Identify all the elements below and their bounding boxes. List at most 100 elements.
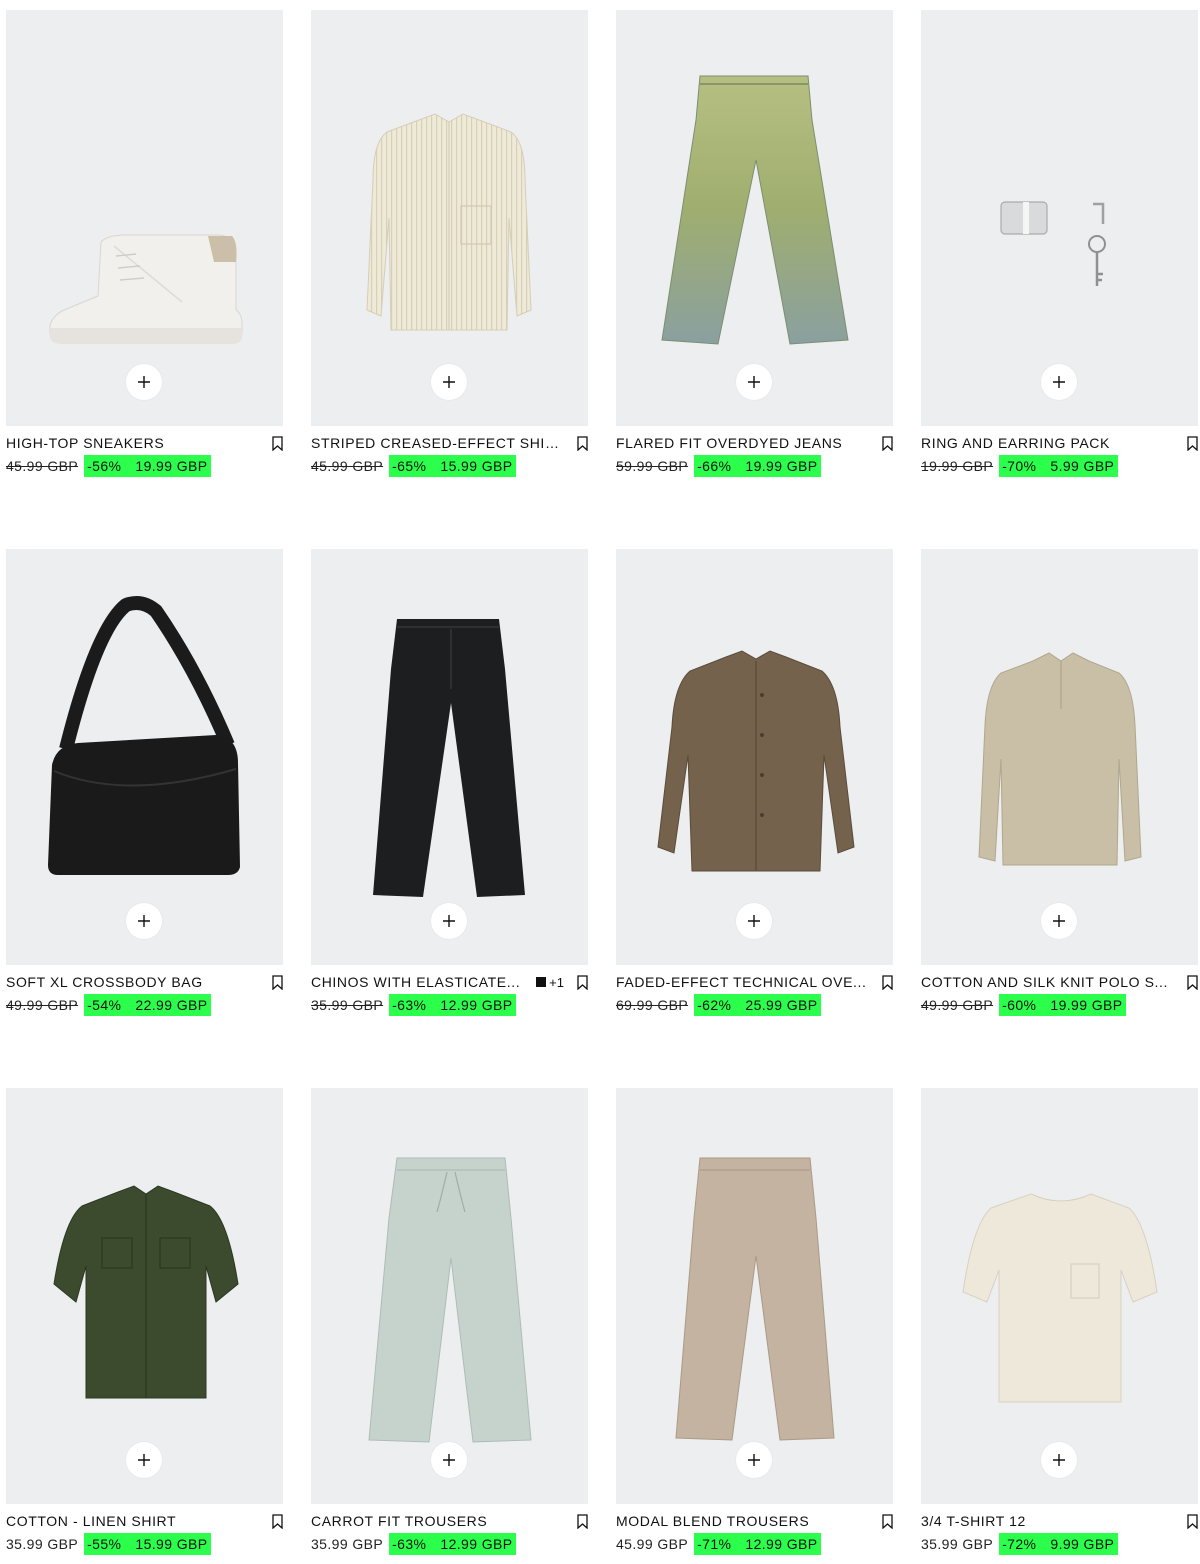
- product-image[interactable]: [616, 549, 893, 965]
- product-image[interactable]: [311, 1088, 588, 1504]
- sale-badge: -71% 12.99 GBP: [694, 1533, 822, 1555]
- bookmark-button[interactable]: [265, 973, 283, 991]
- product-card[interactable]: CHINOS WITH ELASTICATE... +1 35.99 GBP -…: [311, 549, 588, 1021]
- discount-percent: -56%: [87, 458, 122, 474]
- bookmark-button[interactable]: [570, 973, 588, 991]
- bookmark-button[interactable]: [875, 1512, 893, 1530]
- product-card[interactable]: COTTON AND SILK KNIT POLO S... 49.99 GBP…: [921, 549, 1198, 1021]
- product-title[interactable]: COTTON - LINEN SHIRT: [6, 1513, 259, 1529]
- bookmark-button[interactable]: [1180, 1512, 1198, 1530]
- add-to-cart-button[interactable]: [736, 364, 772, 400]
- product-image[interactable]: [311, 10, 588, 426]
- bookmark-icon: [577, 435, 588, 451]
- product-title[interactable]: FLARED FIT OVERDYED JEANS: [616, 435, 869, 451]
- sale-price: 22.99 GBP: [135, 997, 208, 1013]
- product-card[interactable]: FLARED FIT OVERDYED JEANS 59.99 GBP -66%…: [616, 10, 893, 482]
- sale-badge: -55% 15.99 GBP: [84, 1533, 212, 1555]
- bookmark-button[interactable]: [1180, 973, 1198, 991]
- plus-icon: [138, 1454, 150, 1466]
- color-options[interactable]: +1: [536, 975, 564, 990]
- add-to-cart-button[interactable]: [431, 364, 467, 400]
- product-image[interactable]: [921, 1088, 1198, 1504]
- product-card[interactable]: RING AND EARRING PACK 19.99 GBP -70% 5.9…: [921, 10, 1198, 482]
- product-image[interactable]: [616, 1088, 893, 1504]
- bookmark-button[interactable]: [570, 1512, 588, 1530]
- product-image[interactable]: [311, 549, 588, 965]
- product-image[interactable]: [921, 10, 1198, 426]
- product-title[interactable]: STRIPED CREASED-EFFECT SHIRT: [311, 435, 564, 451]
- product-title[interactable]: CHINOS WITH ELASTICATE...: [311, 974, 530, 990]
- sale-badge: -63% 12.99 GBP: [389, 1533, 517, 1555]
- product-image[interactable]: [6, 549, 283, 965]
- product-card[interactable]: MODAL BLEND TROUSERS 45.99 GBP -71% 12.9…: [616, 1088, 893, 1560]
- bookmark-button[interactable]: [1180, 434, 1198, 452]
- bookmark-button[interactable]: [570, 434, 588, 452]
- add-to-cart-button[interactable]: [126, 364, 162, 400]
- discount-percent: -60%: [1002, 997, 1037, 1013]
- price-row: 45.99 GBP -65% 15.99 GBP: [311, 455, 517, 477]
- bookmark-icon: [1187, 435, 1198, 451]
- product-info: COTTON - LINEN SHIRT 35.99 GBP -55% 15.9…: [6, 1504, 283, 1560]
- add-to-cart-button[interactable]: [736, 1442, 772, 1478]
- product-card[interactable]: STRIPED CREASED-EFFECT SHIRT 45.99 GBP -…: [311, 10, 588, 482]
- plus-icon: [1053, 1454, 1065, 1466]
- add-to-cart-button[interactable]: [126, 903, 162, 939]
- color-swatch-black[interactable]: [536, 977, 547, 987]
- product-info: CARROT FIT TROUSERS 35.99 GBP -63% 12.99…: [311, 1504, 588, 1560]
- product-image[interactable]: [6, 10, 283, 426]
- discount-percent: -63%: [392, 997, 427, 1013]
- add-to-cart-button[interactable]: [1041, 364, 1077, 400]
- product-title[interactable]: CARROT FIT TROUSERS: [311, 1513, 564, 1529]
- product-title[interactable]: FADED-EFFECT TECHNICAL OVE...: [616, 974, 869, 990]
- price-row: 59.99 GBP -66% 19.99 GBP: [616, 455, 822, 477]
- sale-price: 12.99 GBP: [440, 1536, 513, 1552]
- product-title[interactable]: SOFT XL CROSSBODY BAG: [6, 974, 259, 990]
- product-card[interactable]: 3/4 T-SHIRT 12 35.99 GBP -72% 9.99 GBP: [921, 1088, 1198, 1560]
- bookmark-button[interactable]: [265, 434, 283, 452]
- product-image[interactable]: [616, 10, 893, 426]
- sale-badge: -60% 19.99 GBP: [999, 994, 1127, 1016]
- product-title[interactable]: RING AND EARRING PACK: [921, 435, 1174, 451]
- original-price: 45.99 GBP: [6, 458, 79, 474]
- discount-percent: -66%: [697, 458, 732, 474]
- add-to-cart-button[interactable]: [431, 1442, 467, 1478]
- add-to-cart-button[interactable]: [431, 903, 467, 939]
- discount-percent: -63%: [392, 1536, 427, 1552]
- product-card[interactable]: CARROT FIT TROUSERS 35.99 GBP -63% 12.99…: [311, 1088, 588, 1560]
- product-card[interactable]: SOFT XL CROSSBODY BAG 49.99 GBP -54% 22.…: [6, 549, 283, 1021]
- product-title[interactable]: MODAL BLEND TROUSERS: [616, 1513, 869, 1529]
- bookmark-icon: [1187, 1513, 1198, 1529]
- product-title[interactable]: 3/4 T-SHIRT 12: [921, 1513, 1174, 1529]
- more-colors-count: +1: [549, 974, 564, 990]
- plus-icon: [1053, 376, 1065, 388]
- plus-icon: [443, 376, 455, 388]
- sale-badge: -56% 19.99 GBP: [84, 455, 212, 477]
- bookmark-button[interactable]: [875, 973, 893, 991]
- product-image[interactable]: [6, 1088, 283, 1504]
- bookmark-icon: [272, 1513, 283, 1529]
- product-info: SOFT XL CROSSBODY BAG 49.99 GBP -54% 22.…: [6, 965, 283, 1021]
- add-to-cart-button[interactable]: [736, 903, 772, 939]
- add-to-cart-button[interactable]: [1041, 903, 1077, 939]
- price-row: 49.99 GBP -54% 22.99 GBP: [6, 994, 212, 1016]
- sale-price: 12.99 GBP: [745, 1536, 818, 1552]
- discount-percent: -72%: [1002, 1536, 1037, 1552]
- bookmark-icon: [272, 974, 283, 990]
- bookmark-icon: [1187, 974, 1198, 990]
- add-to-cart-button[interactable]: [126, 1442, 162, 1478]
- product-info: CHINOS WITH ELASTICATE... +1 35.99 GBP -…: [311, 965, 588, 1021]
- product-info: FADED-EFFECT TECHNICAL OVE... 69.99 GBP …: [616, 965, 893, 1021]
- bookmark-button[interactable]: [875, 434, 893, 452]
- original-price: 45.99 GBP: [616, 1536, 689, 1552]
- bookmark-button[interactable]: [265, 1512, 283, 1530]
- product-card[interactable]: FADED-EFFECT TECHNICAL OVE... 69.99 GBP …: [616, 549, 893, 1021]
- sale-price: 19.99 GBP: [1050, 997, 1123, 1013]
- product-image[interactable]: [921, 549, 1198, 965]
- product-title[interactable]: COTTON AND SILK KNIT POLO S...: [921, 974, 1174, 990]
- product-title[interactable]: HIGH-TOP SNEAKERS: [6, 435, 259, 451]
- price-row: 45.99 GBP -71% 12.99 GBP: [616, 1533, 822, 1555]
- plus-icon: [138, 376, 150, 388]
- add-to-cart-button[interactable]: [1041, 1442, 1077, 1478]
- product-card[interactable]: COTTON - LINEN SHIRT 35.99 GBP -55% 15.9…: [6, 1088, 283, 1560]
- product-card[interactable]: HIGH-TOP SNEAKERS 45.99 GBP -56% 19.99 G…: [6, 10, 283, 482]
